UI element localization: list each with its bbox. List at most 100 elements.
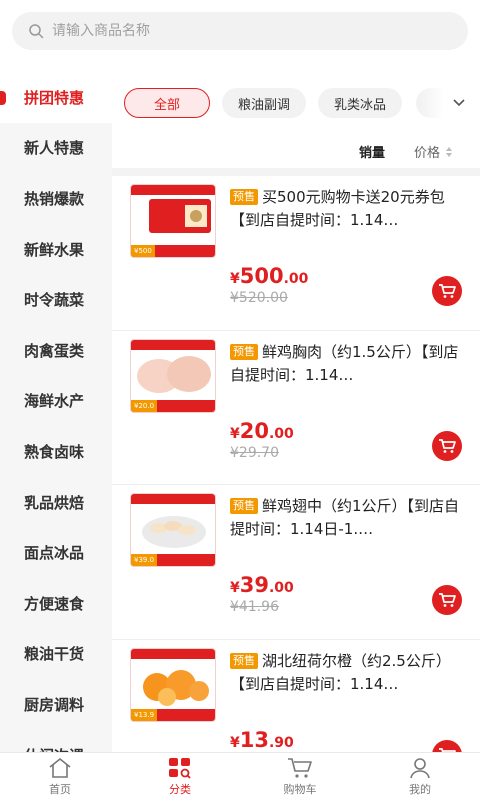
add-to-cart-button[interactable]	[432, 739, 462, 752]
product-card[interactable]: ¥13.9 预售 湖北纽荷尔橙（约2.5公斤）【到店自提时间：1.14… ¥13.…	[112, 639, 480, 752]
presale-badge: 预售	[230, 343, 258, 360]
product-title[interactable]: 预售 买500元购物卡送20元券包【到店自提时间：1.14…	[230, 186, 466, 232]
tab-category[interactable]: 分类	[120, 753, 240, 801]
thumb-header	[131, 494, 215, 504]
presale-badge: 预售	[230, 189, 258, 205]
presale-badge: 预售	[230, 498, 258, 514]
sidebar-item-dairy-bakery[interactable]: 乳品烘焙	[0, 477, 112, 528]
sort-arrows-icon	[446, 146, 453, 157]
gift-card-graphic	[149, 199, 211, 233]
cart-icon	[288, 758, 312, 778]
price-integer: 39	[239, 573, 269, 597]
product-card[interactable]: ¥500 预售 买500元购物卡送20元券包【到店自提时间：1.14… ¥500.…	[112, 176, 480, 331]
search-box[interactable]	[12, 12, 468, 50]
sidebar-item-vegetables[interactable]: 时令蔬菜	[0, 274, 112, 325]
chip-dairy-frozen[interactable]: 乳类冰品	[318, 88, 402, 118]
current-price: ¥20.00	[230, 419, 294, 443]
sidebar-item-dessert[interactable]: 面点冰品	[0, 527, 112, 578]
price-integer: 500	[239, 264, 284, 288]
product-title-text: 买500元购物卡送20元券包【到店自提时间：1.14…	[230, 188, 445, 229]
current-price: ¥500.00	[230, 264, 308, 288]
original-price: ¥29.70	[230, 444, 279, 461]
chip-all[interactable]: 全部	[124, 88, 210, 118]
price-decimal: .00	[268, 425, 294, 442]
category-sidebar: 拼团特惠 新人特惠 热销爆款 新鲜水果 时令蔬菜 肉禽蛋类 海鲜水产 熟食卤味 …	[0, 72, 112, 752]
add-to-cart-button[interactable]	[432, 585, 462, 615]
original-price: ¥41.96	[230, 599, 279, 615]
thumb-header	[131, 648, 215, 659]
chicken-wing-graphic	[142, 516, 206, 548]
chip-grain-seasoning[interactable]: 粮油副调	[222, 88, 306, 118]
chicken-breast-graphic	[137, 355, 211, 393]
add-to-cart-button[interactable]	[432, 430, 462, 461]
search-input[interactable]	[52, 23, 432, 39]
category-icon	[169, 758, 191, 779]
cart-icon	[439, 284, 456, 298]
sidebar-item-fruit[interactable]: 新鲜水果	[0, 224, 112, 275]
tab-category-label: 分类	[169, 783, 191, 796]
sort-price[interactable]: 价格	[414, 142, 453, 161]
thumb-price: ¥13.9	[131, 708, 158, 721]
current-price: ¥13.90	[230, 728, 294, 752]
thumb-price: ¥500	[131, 245, 155, 257]
price-integer: 13	[239, 727, 269, 752]
tab-home-label: 首页	[49, 783, 71, 796]
product-image[interactable]: ¥500	[130, 184, 216, 258]
price-decimal: .00	[268, 580, 294, 596]
subcategory-chips: 全部 粮油副调 乳类冰品	[112, 72, 480, 134]
product-image[interactable]: ¥20.0	[130, 338, 216, 413]
original-price: ¥520.00	[230, 290, 288, 306]
product-title[interactable]: 预售 鲜鸡胸肉（约1.5公斤）【到店自提时间：1.14…	[230, 341, 466, 387]
product-panel: 全部 粮油副调 乳类冰品 销量 价格 ¥500 预售 买500元购物卡送20元券包…	[112, 72, 480, 752]
product-card[interactable]: ¥39.0 预售 鲜鸡翅中（约1公斤）【到店自提时间：1.14日-1.… ¥39.…	[112, 485, 480, 640]
sort-sales[interactable]: 销量	[359, 142, 385, 161]
tab-profile-label: 我的	[409, 783, 431, 796]
thumb-header	[131, 339, 215, 350]
cart-icon	[439, 438, 456, 453]
cart-icon	[439, 593, 456, 607]
price-currency: ¥	[230, 580, 240, 596]
product-title-text: 鲜鸡翅中（约1公斤）【到店自提时间：1.14日-1.…	[230, 497, 460, 538]
sidebar-item-group-deals[interactable]: 拼团特惠	[0, 72, 112, 123]
product-title-text: 湖北纽荷尔橙（约2.5公斤）【到店自提时间：1.14…	[230, 651, 451, 693]
expand-chips-button[interactable]	[420, 84, 480, 122]
thumb-header	[131, 185, 215, 195]
chevron-down-icon	[453, 99, 465, 107]
product-list: ¥500 预售 买500元购物卡送20元券包【到店自提时间：1.14… ¥500.…	[112, 176, 480, 752]
product-image[interactable]: ¥39.0	[130, 493, 216, 567]
price-currency: ¥	[230, 734, 240, 751]
tab-cart[interactable]: 购物车	[240, 753, 360, 801]
add-to-cart-button[interactable]	[432, 276, 462, 306]
sidebar-item-instant[interactable]: 方便速食	[0, 578, 112, 629]
sidebar-item-hot[interactable]: 热销爆款	[0, 173, 112, 224]
sidebar-item-deli[interactable]: 熟食卤味	[0, 426, 112, 477]
sidebar-item-meat-eggs[interactable]: 肉禽蛋类	[0, 325, 112, 376]
product-image[interactable]: ¥13.9	[130, 647, 216, 722]
bottom-tab-bar: 首页 分类 购物车 我的	[0, 752, 480, 800]
thumb-price: ¥20.0	[131, 399, 158, 412]
sidebar-item-grain-oil[interactable]: 粮油干货	[0, 629, 112, 680]
product-title[interactable]: 预售 鲜鸡翅中（约1公斤）【到店自提时间：1.14日-1.…	[230, 495, 466, 541]
search-bar	[0, 0, 480, 62]
thumb-price: ¥39.0	[131, 554, 158, 566]
tab-home[interactable]: 首页	[0, 753, 120, 801]
sidebar-item-new-user[interactable]: 新人特惠	[0, 123, 112, 174]
tab-profile[interactable]: 我的	[360, 753, 480, 801]
product-title[interactable]: 预售 湖北纽荷尔橙（约2.5公斤）【到店自提时间：1.14…	[230, 650, 466, 696]
product-card[interactable]: ¥20.0 预售 鲜鸡胸肉（约1.5公斤）【到店自提时间：1.14… ¥20.00…	[112, 330, 480, 485]
price-currency: ¥	[230, 271, 240, 287]
sidebar-item-snacks[interactable]: 休闲次课	[0, 730, 112, 752]
current-price: ¥39.00	[230, 573, 294, 597]
sidebar-item-seasoning[interactable]: 厨房调料	[0, 679, 112, 730]
price-decimal: .00	[283, 271, 309, 287]
orange-graphic	[143, 669, 209, 706]
presale-badge: 预售	[230, 652, 258, 669]
price-integer: 20	[239, 418, 269, 443]
price-decimal: .90	[268, 734, 294, 751]
sort-bar: 销量 价格	[112, 134, 480, 168]
home-icon	[49, 757, 71, 778]
product-title-text: 鲜鸡胸肉（约1.5公斤）【到店自提时间：1.14…	[230, 342, 459, 384]
sidebar-item-seafood[interactable]: 海鲜水产	[0, 376, 112, 427]
user-icon	[410, 758, 430, 779]
tab-cart-label: 购物车	[283, 783, 317, 796]
